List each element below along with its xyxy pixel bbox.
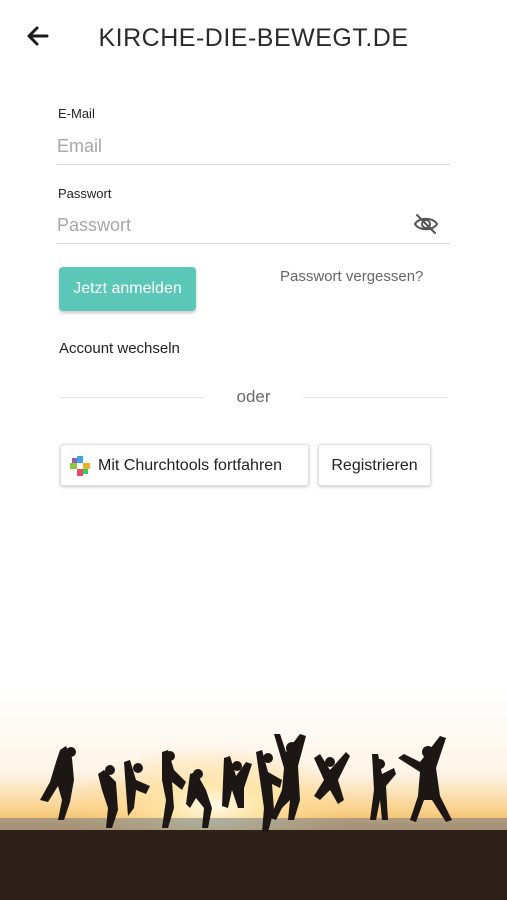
divider-line-right (303, 397, 448, 398)
login-button[interactable]: Jetzt anmelden (59, 267, 196, 311)
eye-off-icon (413, 214, 439, 234)
email-label: E-Mail (58, 106, 95, 121)
switch-account-link[interactable]: Account wechseln (59, 340, 180, 357)
jumping-people-sunset-image (0, 690, 507, 900)
password-field[interactable] (57, 207, 407, 244)
app-header: KIRCHE-DIE-BEWEGT.DE (0, 0, 507, 78)
page-title: KIRCHE-DIE-BEWEGT.DE (98, 24, 409, 52)
toggle-password-visibility-button[interactable] (412, 212, 440, 236)
password-label: Passwort (58, 186, 112, 201)
churchtools-button-label: Mit Churchtools fortfahren (98, 457, 283, 474)
forgot-password-link[interactable]: Passwort vergessen? (280, 268, 423, 285)
email-field[interactable] (57, 128, 450, 165)
churchtools-logo-icon (70, 456, 90, 476)
churchtools-login-button[interactable]: Mit Churchtools fortfahren (60, 444, 309, 486)
register-button[interactable]: Registrieren (318, 444, 431, 486)
